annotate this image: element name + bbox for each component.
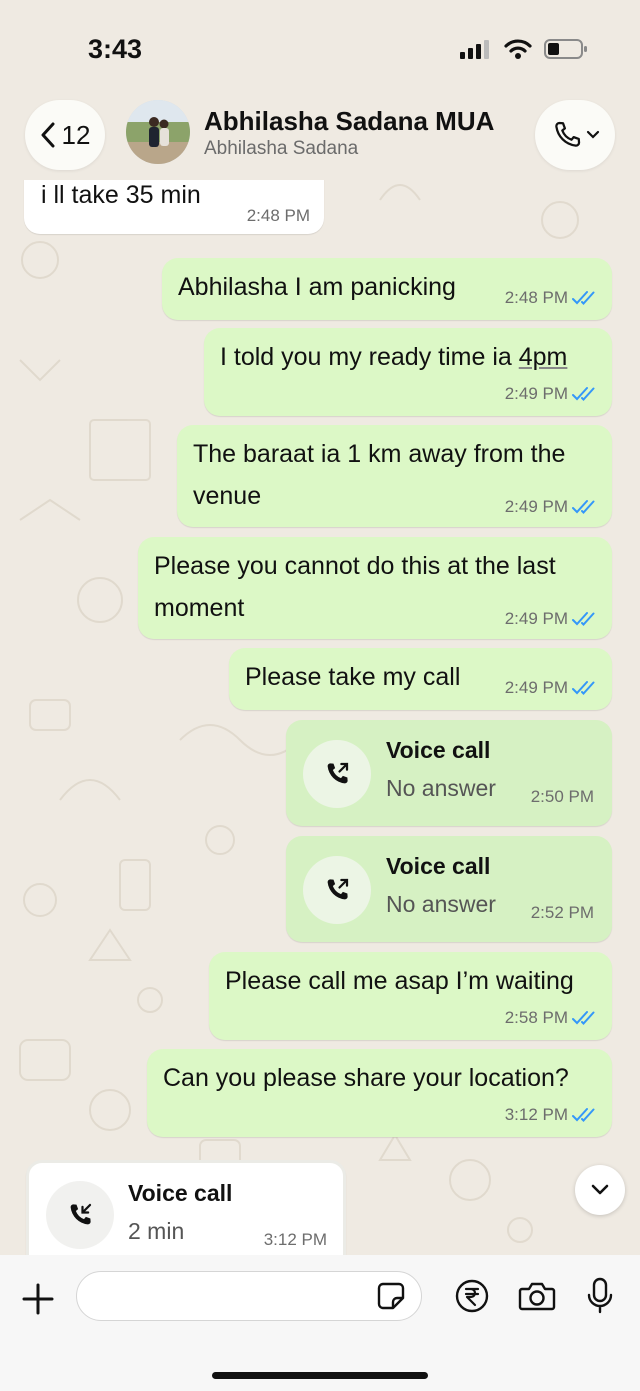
message-time: 2:52 PM	[530, 903, 594, 922]
chevron-down-icon	[591, 1184, 609, 1195]
back-button[interactable]: 12	[25, 100, 105, 170]
message-meta: 2:49 PM	[505, 384, 598, 404]
camera-icon	[518, 1282, 556, 1311]
message-bubble-outgoing[interactable]: The baraat ia 1 km away from the venue 2…	[177, 425, 612, 527]
message-time: 2:49 PM	[504, 497, 568, 516]
home-indicator	[212, 1372, 428, 1379]
call-bubble-outgoing[interactable]: Voice call No answer 2:50 PM	[286, 720, 612, 826]
message-bubble-outgoing[interactable]: Abhilasha I am panicking 2:48 PM	[162, 258, 612, 320]
chevron-down-icon	[586, 130, 600, 139]
contact-name[interactable]: Abhilasha Sadana MUA	[204, 106, 494, 137]
outgoing-call-icon	[327, 762, 349, 784]
payment-button[interactable]	[455, 1279, 489, 1318]
message-meta: 2:49 PM	[505, 497, 598, 517]
plus-icon	[22, 1283, 54, 1315]
message-time: 2:49 PM	[504, 678, 568, 697]
message-bubble-outgoing[interactable]: I told you my ready time ia 4pm 2:49 PM	[204, 328, 612, 416]
cellular-signal-icon	[460, 40, 489, 59]
message-meta: 2:50 PM	[531, 787, 594, 807]
call-button[interactable]	[535, 100, 615, 170]
call-duration: 2 min	[128, 1218, 185, 1244]
read-ticks-icon	[572, 612, 595, 626]
message-text: I told you my ready time ia 4pm	[220, 336, 567, 378]
message-list[interactable]: i ll take 35 min 2:48 PM Abhilasha I am …	[0, 180, 640, 1255]
message-meta: 3:12 PM	[505, 1105, 598, 1125]
message-bubble-outgoing[interactable]: Can you please share your location? 3:12…	[147, 1049, 612, 1137]
microphone-icon	[587, 1277, 613, 1314]
read-ticks-icon	[572, 1108, 595, 1122]
message-text-part: I told you my ready time ia	[220, 343, 519, 371]
contact-subtitle: Abhilasha Sadana	[204, 138, 359, 159]
message-meta: 2:52 PM	[531, 903, 594, 923]
sticker-button[interactable]	[376, 1281, 406, 1316]
call-title: Voice call	[128, 1180, 233, 1206]
message-meta: 2:58 PM	[505, 1008, 598, 1028]
message-text-line: moment	[154, 594, 245, 622]
message-time: 2:48 PM	[504, 288, 568, 307]
message-text: Can you please share your location?	[163, 1064, 569, 1092]
message-time: 3:12 PM	[504, 1105, 568, 1124]
call-status: No answer	[386, 891, 496, 917]
chat-header: 12 Abhilasha Sadana MUA Abhilasha Sadana	[0, 96, 640, 180]
battery-icon	[544, 39, 587, 59]
message-meta: 2:48 PM	[505, 288, 598, 308]
call-icon-circle	[46, 1181, 114, 1249]
unread-count: 12	[61, 119, 91, 150]
message-input[interactable]	[95, 1272, 379, 1320]
message-time: 2:48 PM	[246, 206, 310, 225]
read-ticks-icon	[572, 387, 595, 401]
status-bar: 3:43	[0, 0, 640, 96]
outgoing-call-icon	[327, 878, 349, 900]
scroll-to-bottom-button[interactable]	[575, 1165, 625, 1215]
message-bubble-outgoing[interactable]: Please you cannot do this at the last mo…	[138, 537, 612, 639]
message-time: 2:49 PM	[504, 609, 568, 628]
call-title: Voice call	[386, 853, 491, 879]
message-meta: 2:49 PM	[505, 609, 598, 629]
message-meta: 2:49 PM	[505, 678, 598, 698]
read-ticks-icon	[572, 500, 595, 514]
sticker-icon	[377, 1282, 405, 1310]
call-bubble-outgoing[interactable]: Voice call No answer 2:52 PM	[286, 836, 612, 942]
call-icon-circle	[303, 856, 371, 924]
message-bubble-outgoing[interactable]: Please call me asap I’m waiting 2:58 PM	[209, 952, 612, 1040]
read-ticks-icon	[572, 1011, 595, 1025]
call-bubble-incoming[interactable]: Voice call 2 min 3:12 PM	[26, 1160, 346, 1255]
call-icon-circle	[303, 740, 371, 808]
contact-avatar[interactable]	[126, 100, 190, 164]
message-time: 2:49 PM	[504, 384, 568, 403]
message-text: i ll take 35 min	[41, 181, 201, 209]
rupee-icon	[455, 1279, 489, 1313]
chevron-left-icon	[41, 122, 55, 148]
message-meta: 2:48 PM	[247, 206, 310, 226]
status-time: 3:43	[88, 34, 143, 64]
incoming-call-icon	[70, 1203, 92, 1225]
message-composer	[0, 1255, 640, 1391]
message-bubble-outgoing[interactable]: Please take my call 2:49 PM	[229, 648, 612, 710]
phone-icon	[555, 121, 581, 147]
read-ticks-icon	[572, 681, 595, 695]
status-icons	[460, 38, 588, 60]
message-time: 3:12 PM	[263, 1230, 327, 1249]
message-bubble-incoming[interactable]: i ll take 35 min 2:48 PM	[24, 180, 324, 234]
message-meta: 3:12 PM	[264, 1230, 327, 1250]
message-text-line: Please you cannot do this at the last	[154, 552, 556, 580]
attach-button[interactable]	[18, 1279, 58, 1319]
message-text-line: venue	[193, 482, 262, 510]
voice-message-button[interactable]	[586, 1277, 614, 1320]
call-status: No answer	[386, 775, 496, 801]
read-ticks-icon	[572, 291, 595, 305]
message-time: 2:50 PM	[530, 787, 594, 806]
call-title: Voice call	[386, 737, 491, 763]
message-time: 2:58 PM	[504, 1008, 568, 1027]
avatar-photo	[126, 100, 190, 164]
message-text: Please take my call	[245, 663, 461, 691]
message-text-line: The baraat ia 1 km away from the	[193, 440, 566, 468]
camera-button[interactable]	[518, 1280, 556, 1317]
message-text: Please call me asap I’m waiting	[225, 967, 574, 995]
time-link[interactable]: 4pm	[519, 343, 568, 371]
wifi-icon	[504, 39, 532, 59]
message-text: Abhilasha I am panicking	[178, 273, 456, 301]
message-input-box[interactable]	[76, 1271, 422, 1321]
